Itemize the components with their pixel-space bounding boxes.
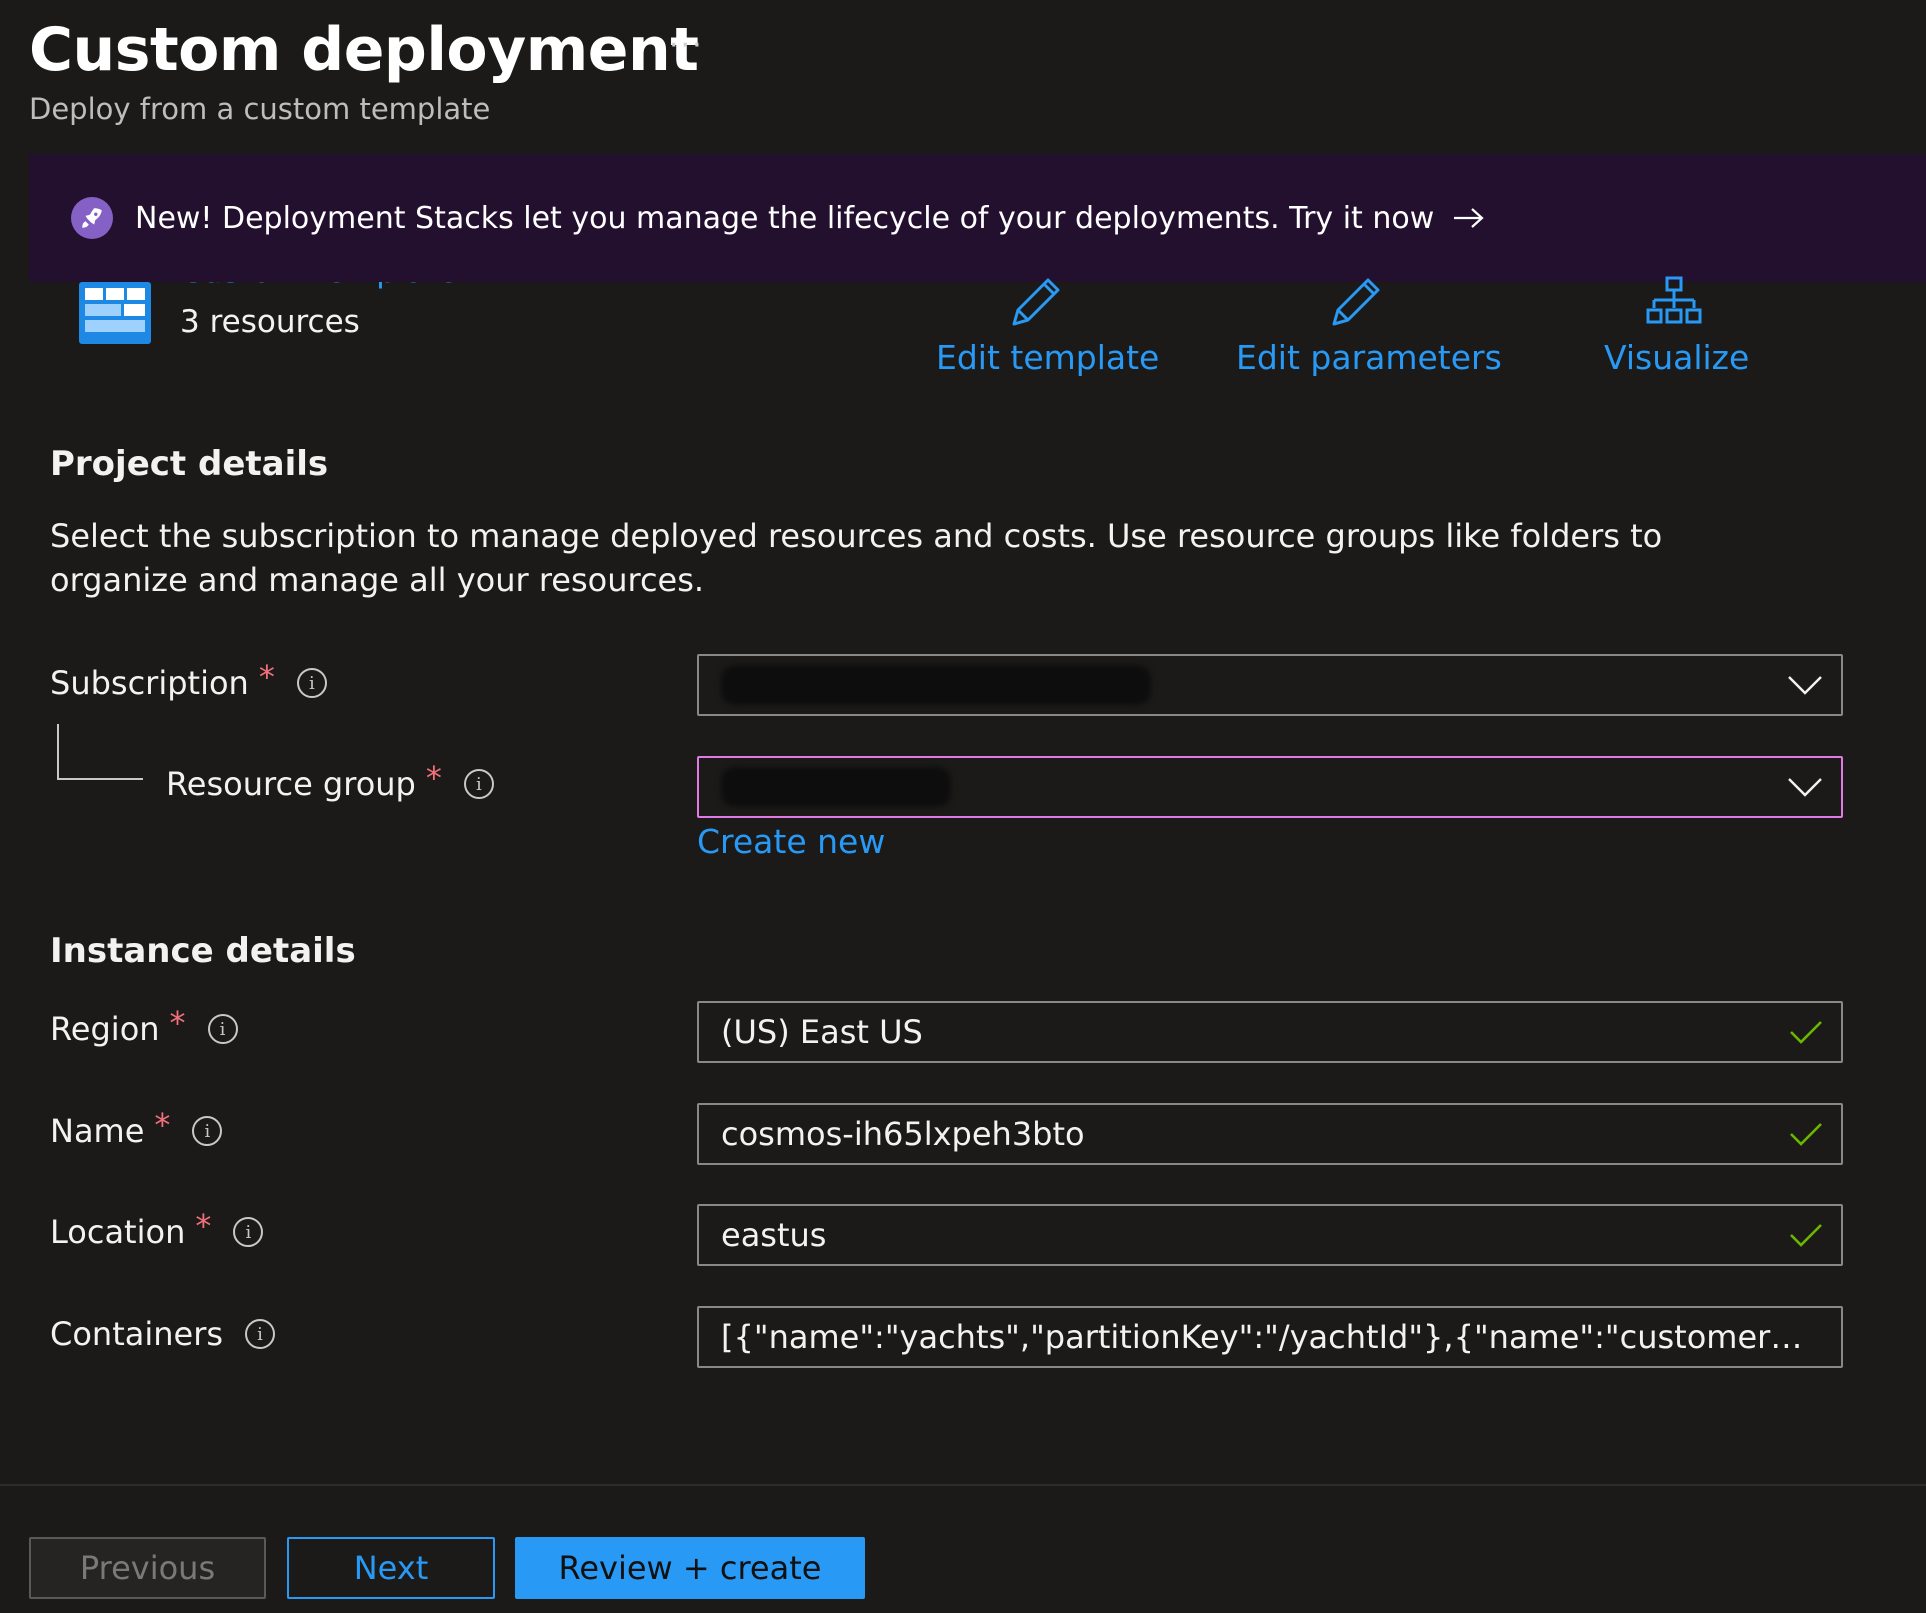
required-indicator: * bbox=[169, 1004, 186, 1042]
resources-count: 3 resources bbox=[180, 304, 360, 340]
subscription-label: Subscription * i bbox=[50, 658, 327, 702]
required-indicator: * bbox=[258, 658, 275, 696]
redacted-subscription-value bbox=[721, 665, 1151, 705]
containers-label: Containers i bbox=[50, 1315, 276, 1353]
subscription-dropdown[interactable] bbox=[697, 654, 1843, 716]
info-icon[interactable]: i bbox=[233, 1217, 264, 1247]
info-icon[interactable]: i bbox=[192, 1116, 223, 1146]
page-title: Custom deployment bbox=[29, 15, 699, 85]
resource-group-label: Resource group * i bbox=[166, 759, 494, 803]
tree-connector bbox=[57, 724, 143, 780]
checkmark-icon bbox=[1789, 1222, 1823, 1248]
create-new-link[interactable]: Create new bbox=[697, 822, 885, 861]
required-indicator: * bbox=[154, 1106, 171, 1144]
containers-input[interactable]: [{"name":"yachts","partitionKey":"/yacht… bbox=[697, 1306, 1843, 1368]
resource-group-label-text: Resource group bbox=[166, 765, 416, 803]
redacted-resource-group-value bbox=[721, 767, 951, 807]
name-label-text: Name bbox=[50, 1112, 145, 1150]
chevron-down-icon bbox=[1787, 777, 1823, 797]
edit-parameters-action[interactable]: Edit parameters bbox=[1236, 278, 1502, 377]
instance-details-heading: Instance details bbox=[50, 931, 356, 971]
checkmark-icon bbox=[1789, 1019, 1823, 1045]
checkmark-icon bbox=[1789, 1121, 1823, 1147]
review-create-button[interactable]: Review + create bbox=[515, 1537, 865, 1599]
region-label: Region * i bbox=[50, 1004, 238, 1048]
region-label-text: Region bbox=[50, 1010, 160, 1048]
footer-divider bbox=[0, 1484, 1926, 1486]
project-details-heading: Project details bbox=[50, 444, 329, 484]
visualize-label: Visualize bbox=[1604, 338, 1750, 377]
subscription-label-text: Subscription bbox=[50, 664, 249, 702]
hierarchy-icon bbox=[1646, 276, 1702, 336]
containers-label-text: Containers bbox=[50, 1315, 224, 1353]
pencil-icon bbox=[1328, 274, 1384, 336]
template-summary: Custom template 3 resources bbox=[76, 282, 536, 362]
chevron-down-icon bbox=[1787, 675, 1823, 695]
location-label: Location * i bbox=[50, 1207, 264, 1251]
location-label-text: Location bbox=[50, 1213, 186, 1251]
template-icon bbox=[79, 282, 151, 348]
edit-template-action[interactable]: Edit template bbox=[936, 278, 1160, 377]
project-details-description: Select the subscription to manage deploy… bbox=[50, 517, 1663, 599]
visualize-action[interactable]: Visualize bbox=[1604, 276, 1750, 377]
location-value: eastus bbox=[721, 1216, 827, 1254]
arrow-right-icon bbox=[1452, 206, 1486, 230]
required-indicator: * bbox=[425, 759, 442, 797]
name-label: Name * i bbox=[50, 1106, 223, 1150]
containers-value: [{"name":"yachts","partitionKey":"/yacht… bbox=[721, 1318, 1805, 1356]
required-indicator: * bbox=[195, 1207, 212, 1245]
page-subtitle: Deploy from a custom template bbox=[29, 92, 491, 126]
pencil-icon bbox=[1008, 274, 1064, 336]
rocket-icon bbox=[71, 197, 113, 239]
page-header: Custom deployment ··· Deploy from a cust… bbox=[29, 10, 702, 126]
edit-template-label: Edit template bbox=[936, 338, 1160, 377]
name-input[interactable]: cosmos-ih65lxpeh3bto bbox=[697, 1103, 1843, 1165]
region-value: (US) East US bbox=[721, 1013, 923, 1051]
info-icon[interactable]: i bbox=[463, 769, 494, 799]
deployment-stacks-banner[interactable]: New! Deployment Stacks let you manage th… bbox=[29, 154, 1926, 282]
location-input[interactable]: eastus bbox=[697, 1204, 1843, 1266]
next-button[interactable]: Next bbox=[287, 1537, 495, 1599]
name-value: cosmos-ih65lxpeh3bto bbox=[721, 1115, 1085, 1153]
info-icon[interactable]: i bbox=[207, 1014, 238, 1044]
resource-group-dropdown[interactable] bbox=[697, 756, 1843, 818]
info-icon[interactable]: i bbox=[245, 1319, 276, 1349]
region-dropdown[interactable]: (US) East US bbox=[697, 1001, 1843, 1063]
edit-parameters-label: Edit parameters bbox=[1236, 338, 1502, 377]
info-icon[interactable]: i bbox=[296, 668, 327, 698]
previous-button[interactable]: Previous bbox=[29, 1537, 266, 1599]
banner-text: New! Deployment Stacks let you manage th… bbox=[135, 200, 1435, 236]
more-options-icon[interactable]: ··· bbox=[669, 28, 704, 63]
